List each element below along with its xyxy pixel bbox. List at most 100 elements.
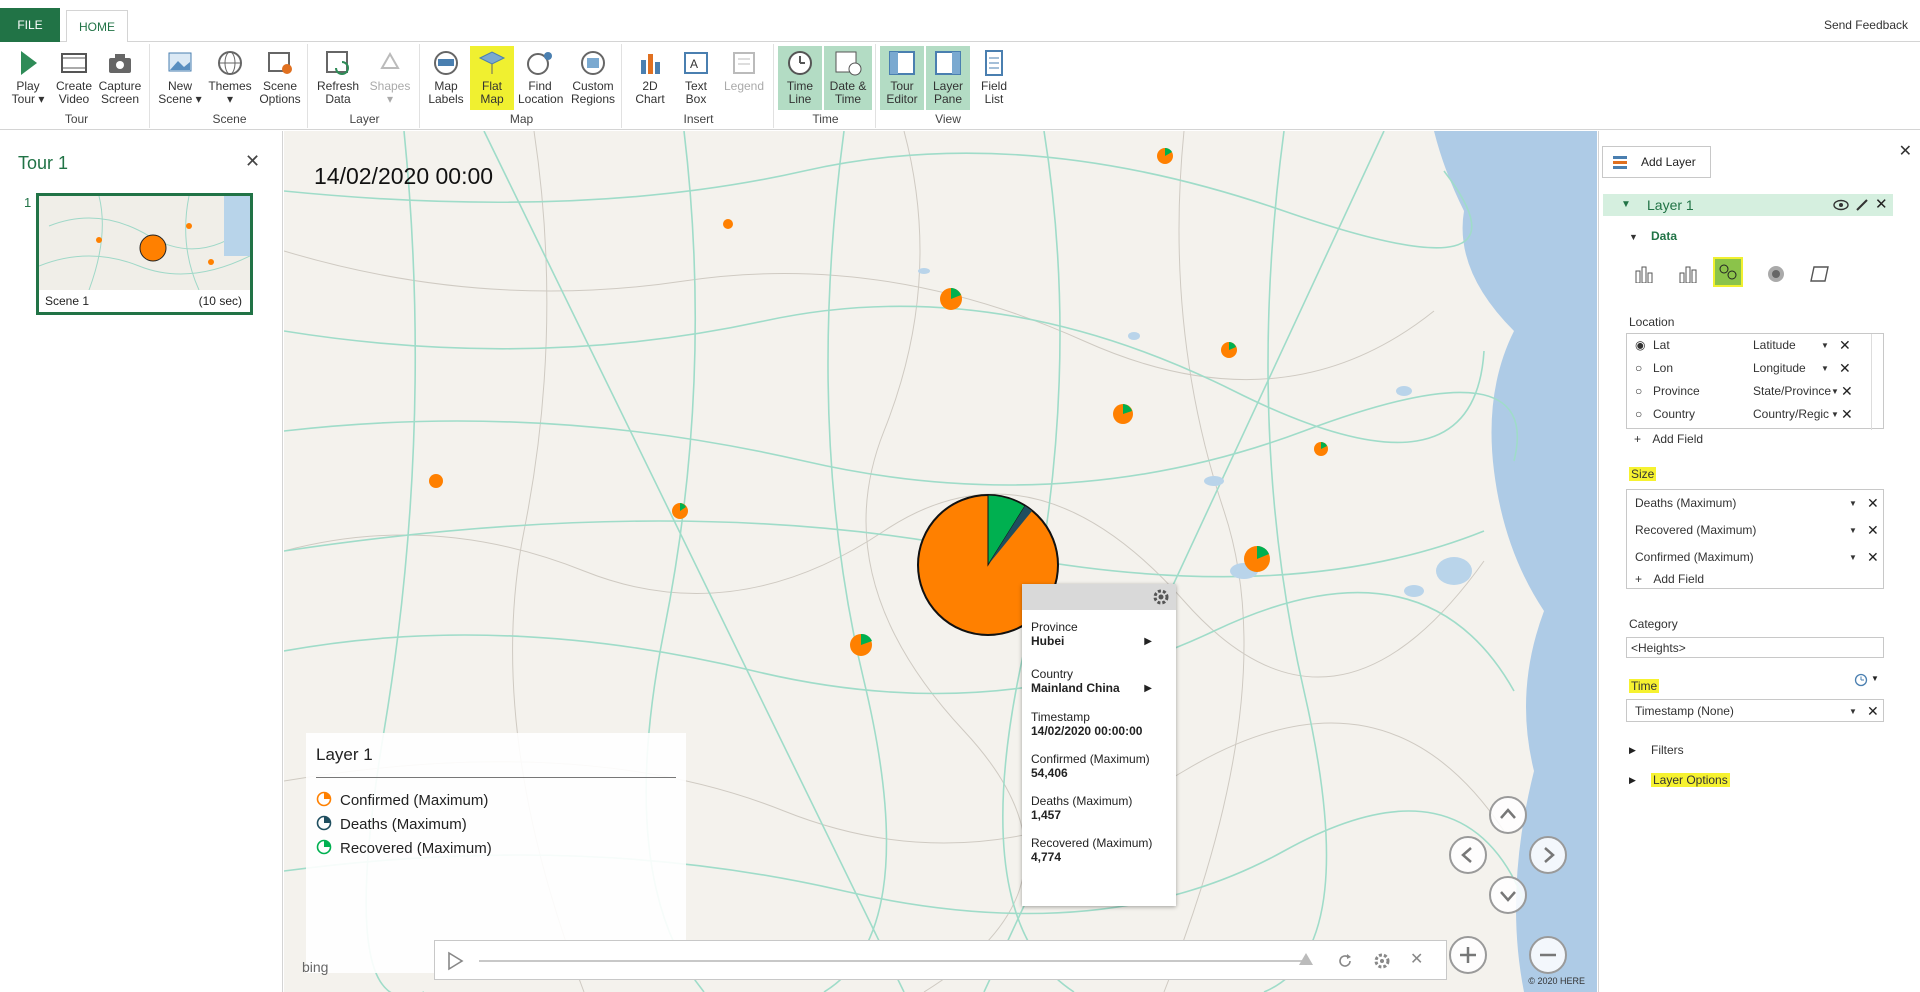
filters-label[interactable]: Filters: [1651, 743, 1684, 757]
layer-header[interactable]: ▼ Layer 1 ✕: [1603, 194, 1893, 216]
capture-screen-button[interactable]: Capture Screen: [98, 46, 142, 110]
tab-home[interactable]: HOME: [66, 10, 128, 43]
clustered-column-icon[interactable]: [1678, 265, 1698, 283]
location-row-lat[interactable]: ◉ Lat Latitude ▼ ✕: [1627, 334, 1883, 357]
expand-arrow-icon[interactable]: ▶: [1144, 683, 1152, 694]
tilt-up-button[interactable]: [1489, 796, 1527, 834]
heat-map-icon[interactable]: [1766, 264, 1786, 284]
eye-icon[interactable]: [1833, 199, 1849, 211]
pie-marker[interactable]: [672, 503, 688, 519]
location-row-province[interactable]: ○ Province State/Province ▼ ✕: [1627, 380, 1883, 403]
pie-marker[interactable]: [429, 474, 443, 488]
refresh-data-button[interactable]: Refresh Data: [316, 46, 360, 110]
send-feedback-link[interactable]: Send Feedback: [1824, 8, 1908, 42]
remove-field-icon[interactable]: ✕: [1839, 357, 1851, 380]
radio-icon[interactable]: ○: [1635, 403, 1642, 426]
remove-field-icon[interactable]: ✕: [1867, 700, 1879, 723]
size-row-recovered[interactable]: Recovered (Maximum) ▼ ✕: [1627, 519, 1883, 542]
date-time-button[interactable]: Date & Time: [824, 46, 872, 110]
slider-thumb-icon[interactable]: [1299, 953, 1313, 965]
map-canvas[interactable]: 14/02/2020 00:00 Layer 1 Confirmed (Maxi…: [284, 131, 1597, 992]
new-scene-button[interactable]: New Scene ▾: [158, 46, 202, 110]
2d-chart-button[interactable]: 2D Chart: [628, 46, 672, 110]
data-card-tooltip[interactable]: Province Hubei ▶ Country Mainland China ▶ …: [1022, 584, 1176, 906]
shapes-button[interactable]: Shapes ▾: [368, 46, 412, 110]
collapse-arrow-icon[interactable]: ▼: [1621, 194, 1631, 216]
location-add-field-button[interactable]: + Add Field: [1634, 428, 1834, 451]
pencil-icon[interactable]: [1855, 198, 1869, 212]
add-layer-button[interactable]: Add Layer: [1602, 146, 1711, 178]
radio-icon[interactable]: ○: [1635, 380, 1642, 403]
custom-regions-button[interactable]: Custom Regions: [568, 46, 618, 110]
location-row-lon[interactable]: ○ Lon Longitude ▼ ✕: [1627, 357, 1883, 380]
chevron-down-icon[interactable]: ▼: [1831, 403, 1839, 426]
region-icon[interactable]: [1810, 265, 1830, 283]
pie-marker[interactable]: [1113, 404, 1133, 424]
tour-editor-button[interactable]: Tour Editor: [880, 46, 924, 110]
stacked-column-icon[interactable]: [1634, 265, 1654, 283]
create-video-button[interactable]: Create Video: [52, 46, 96, 110]
play-icon[interactable]: [445, 950, 465, 972]
rotate-left-button[interactable]: [1449, 836, 1487, 874]
close-icon[interactable]: ✕: [1410, 949, 1423, 969]
pie-marker[interactable]: [1244, 546, 1270, 572]
zoom-out-button[interactable]: [1529, 936, 1567, 974]
field-list-button[interactable]: Field List: [972, 46, 1016, 110]
gear-icon[interactable]: [1152, 588, 1170, 606]
remove-field-icon[interactable]: ✕: [1867, 492, 1879, 515]
tab-file[interactable]: FILE: [0, 8, 60, 42]
remove-field-icon[interactable]: ✕: [1841, 380, 1853, 403]
size-row-confirmed[interactable]: Confirmed (Maximum) ▼ ✕: [1627, 546, 1883, 569]
pie-marker[interactable]: [723, 219, 733, 229]
size-add-field-button[interactable]: + Add Field: [1627, 568, 1883, 591]
radio-icon[interactable]: ○: [1635, 357, 1642, 380]
legend-button[interactable]: Legend: [722, 46, 766, 110]
find-location-button[interactable]: Find Location: [518, 46, 563, 110]
bubble-chart-icon[interactable]: [1713, 257, 1743, 287]
time-line-button[interactable]: Time Line: [778, 46, 822, 110]
pie-marker[interactable]: [850, 633, 872, 656]
themes-button[interactable]: Themes ▾: [208, 46, 252, 110]
chevron-down-icon[interactable]: ▼: [1849, 519, 1857, 542]
pie-marker[interactable]: [1157, 147, 1173, 164]
location-type-lon[interactable]: Longitude: [1753, 357, 1806, 380]
pie-marker[interactable]: [940, 288, 962, 310]
radio-selected-icon[interactable]: ◉: [1635, 334, 1645, 357]
layer-options-label[interactable]: Layer Options: [1651, 773, 1730, 787]
chevron-down-icon[interactable]: ▼: [1849, 492, 1857, 515]
map-legend[interactable]: Layer 1 Confirmed (Maximum) Deaths (Maxi…: [306, 733, 686, 973]
location-type-country[interactable]: Country/Regic: [1753, 403, 1829, 426]
layer-options-expand-icon[interactable]: ▶: [1629, 775, 1636, 786]
location-scrollbar[interactable]: [1871, 334, 1883, 430]
data-collapse-arrow-icon[interactable]: ▼: [1629, 232, 1638, 242]
remove-field-icon[interactable]: ✕: [1841, 403, 1853, 426]
scene-options-button[interactable]: Scene Options: [258, 46, 302, 110]
chevron-down-icon[interactable]: ▼: [1821, 334, 1829, 357]
clock-icon[interactable]: [1854, 673, 1868, 687]
remove-field-icon[interactable]: ✕: [1867, 519, 1879, 542]
pie-marker[interactable]: [1221, 342, 1237, 358]
remove-field-icon[interactable]: ✕: [1867, 546, 1879, 569]
timeline-slider[interactable]: [479, 960, 1309, 962]
category-field[interactable]: <Heights>: [1626, 637, 1884, 658]
map-labels-button[interactable]: Map Labels: [424, 46, 468, 110]
pie-marker[interactable]: [1314, 442, 1328, 456]
chevron-down-icon[interactable]: ▼: [1849, 546, 1857, 569]
zoom-in-button[interactable]: [1449, 936, 1487, 974]
close-icon[interactable]: ✕: [245, 151, 260, 172]
chevron-down-icon[interactable]: ▼: [1849, 700, 1857, 723]
rotate-right-button[interactable]: [1529, 836, 1567, 874]
play-tour-button[interactable]: Play Tour ▾: [6, 46, 50, 110]
chevron-down-icon[interactable]: ▼: [1821, 357, 1829, 380]
location-row-country[interactable]: ○ Country Country/Regic ▼ ✕: [1627, 403, 1883, 426]
filters-expand-icon[interactable]: ▶: [1629, 745, 1636, 756]
chevron-down-icon[interactable]: ▼: [1871, 674, 1879, 683]
gear-icon[interactable]: [1372, 951, 1392, 971]
flat-map-button[interactable]: Flat Map: [470, 46, 514, 110]
remove-field-icon[interactable]: ✕: [1839, 334, 1851, 357]
size-row-deaths[interactable]: Deaths (Maximum) ▼ ✕: [1627, 492, 1883, 515]
layer-pane-button[interactable]: Layer Pane: [926, 46, 970, 110]
tilt-down-button[interactable]: [1489, 876, 1527, 914]
delete-layer-icon[interactable]: ✕: [1875, 194, 1888, 216]
text-box-button[interactable]: A Text Box: [674, 46, 718, 110]
